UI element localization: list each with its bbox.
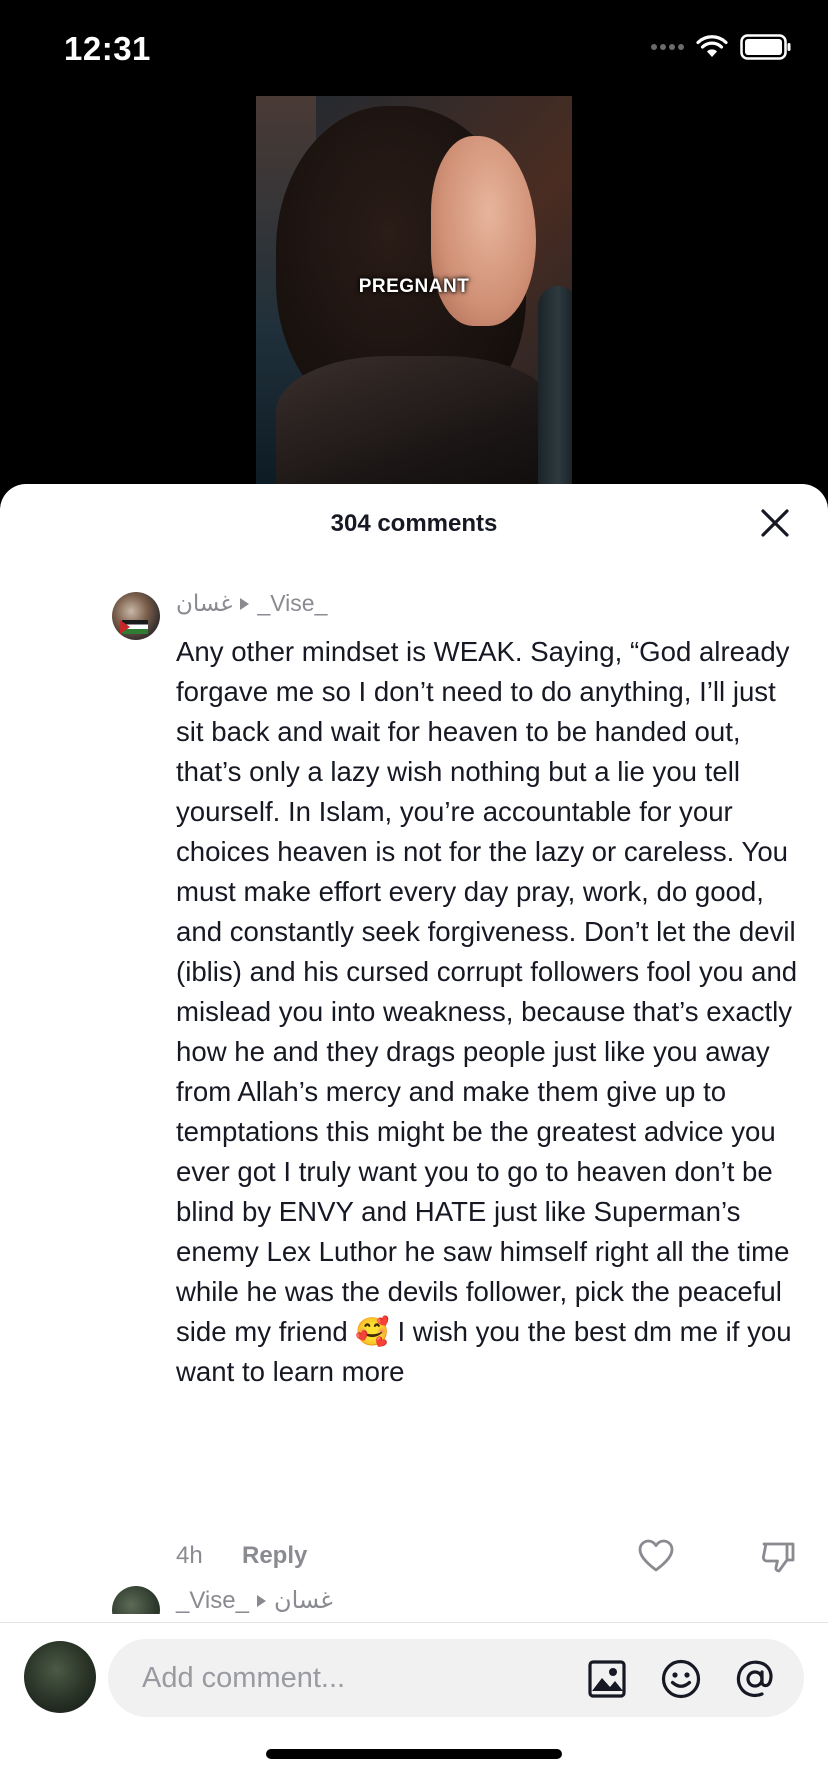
emoji-icon[interactable] bbox=[660, 1658, 702, 1700]
reply-to-name[interactable]: غسان bbox=[274, 1586, 333, 1614]
comment-item: _Vise_ غسان bbox=[0, 1584, 828, 1614]
comment-input-field[interactable] bbox=[108, 1639, 804, 1717]
wifi-icon bbox=[696, 35, 728, 57]
my-avatar[interactable] bbox=[24, 1641, 96, 1713]
reply-arrow-icon bbox=[240, 597, 250, 610]
sheet-header: 304 comments bbox=[0, 484, 828, 564]
avatar[interactable] bbox=[112, 592, 160, 640]
home-indicator[interactable] bbox=[266, 1749, 562, 1759]
image-icon[interactable] bbox=[586, 1658, 628, 1700]
comment-author-row: غسان _Vise_ bbox=[176, 590, 327, 617]
reply-button[interactable]: Reply bbox=[242, 1542, 307, 1570]
reply-arrow-icon bbox=[256, 1594, 266, 1607]
comment-author[interactable]: _Vise_ bbox=[257, 590, 327, 617]
close-icon[interactable] bbox=[758, 506, 792, 540]
comments-sheet: 304 comments غسان _Vise_ Any other minds… bbox=[0, 484, 828, 1792]
reply-to-name[interactable]: غسان bbox=[176, 590, 232, 617]
comment-input-bar bbox=[0, 1622, 828, 1792]
status-time: 12:31 bbox=[64, 30, 151, 67]
avatar[interactable] bbox=[112, 1586, 160, 1614]
comments-count: 304 comments bbox=[330, 510, 498, 537]
status-bar: 12:31 bbox=[0, 0, 828, 96]
cellular-signal-icon bbox=[651, 44, 684, 50]
mention-icon[interactable] bbox=[734, 1658, 776, 1700]
microphone bbox=[538, 286, 572, 484]
comment-footer: 4h Reply bbox=[176, 1536, 806, 1576]
comment-time: 4h bbox=[176, 1542, 203, 1569]
comment-author[interactable]: _Vise_ bbox=[176, 1587, 249, 1615]
comment-input[interactable] bbox=[142, 1639, 562, 1717]
dislike-icon[interactable] bbox=[758, 1536, 798, 1576]
comment-author-row: _Vise_ غسان bbox=[176, 1586, 333, 1615]
video-caption: PREGNANT bbox=[358, 276, 470, 297]
heart-icon[interactable] bbox=[636, 1536, 676, 1576]
status-icons bbox=[651, 34, 792, 60]
video-player[interactable]: PREGNANT bbox=[256, 96, 572, 484]
comment-text: Any other mindset is WEAK. Saying, “God … bbox=[176, 636, 798, 1387]
battery-icon bbox=[740, 34, 791, 60]
